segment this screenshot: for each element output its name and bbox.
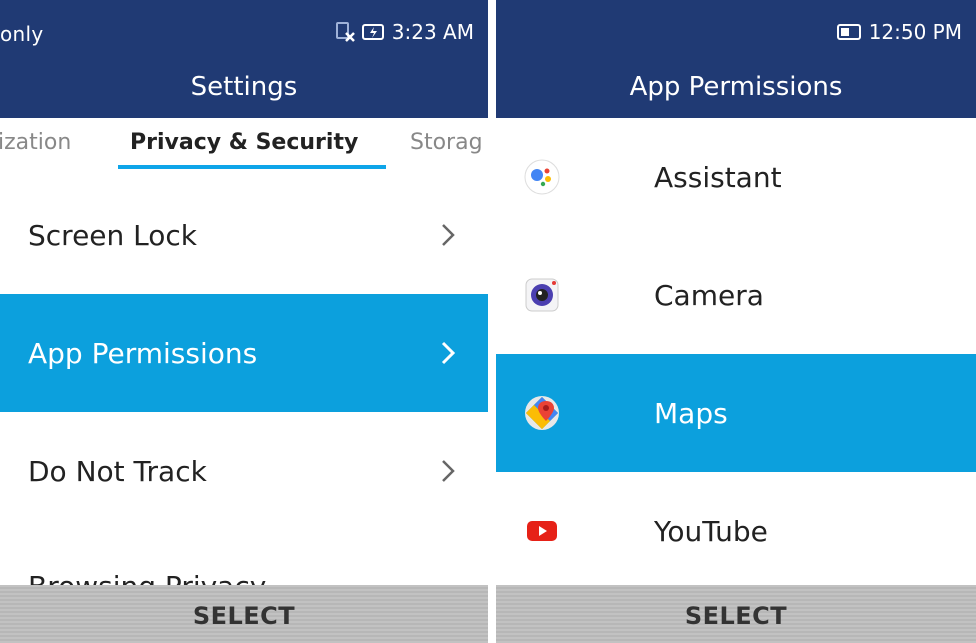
app-item-camera[interactable]: Camera bbox=[496, 236, 976, 354]
active-tab-indicator bbox=[118, 165, 386, 169]
divider bbox=[488, 0, 496, 643]
app-label: Assistant bbox=[654, 160, 782, 194]
tab-strip: ization Privacy & Security Storag bbox=[0, 118, 488, 176]
status-time: 3:23 AM bbox=[391, 20, 474, 44]
app-label: Camera bbox=[654, 278, 764, 312]
app-item-youtube[interactable]: YouTube bbox=[496, 472, 976, 590]
menu-item-browsing-privacy[interactable]: Browsing Privacy bbox=[0, 530, 488, 603]
status-bar: 12:50 PM bbox=[496, 0, 976, 62]
assistant-icon bbox=[524, 159, 560, 195]
tab-privacy-security[interactable]: Privacy & Security bbox=[130, 130, 358, 155]
status-time: 12:50 PM bbox=[868, 20, 962, 44]
battery-icon bbox=[836, 24, 861, 40]
status-bar: only 3:23 AM bbox=[0, 0, 488, 62]
chevron-right-icon bbox=[442, 460, 455, 482]
menu-item-label: Screen Lock bbox=[28, 218, 198, 252]
select-softkey[interactable]: SELECT bbox=[496, 585, 976, 643]
settings-screen: only 3:23 AM Settings ization Privacy & … bbox=[0, 0, 488, 643]
page-title: App Permissions bbox=[496, 62, 976, 118]
maps-icon bbox=[525, 396, 559, 430]
chevron-right-icon bbox=[441, 341, 456, 365]
carrier-text: only bbox=[0, 22, 44, 46]
app-label: Maps bbox=[654, 396, 728, 430]
app-permissions-screen: 12:50 PM App Permissions Assistant Camer… bbox=[496, 0, 976, 643]
tab-storage[interactable]: Storag bbox=[410, 130, 483, 155]
menu-item-label: Do Not Track bbox=[28, 454, 207, 488]
menu-item-app-permissions[interactable]: App Permissions bbox=[0, 294, 488, 412]
no-sim-icon bbox=[335, 22, 355, 42]
menu-item-do-not-track[interactable]: Do Not Track bbox=[0, 412, 488, 530]
status-icons: 12:50 PM bbox=[836, 20, 962, 44]
app-label: YouTube bbox=[654, 514, 768, 548]
battery-charging-icon bbox=[361, 24, 384, 40]
camera-icon bbox=[525, 278, 559, 312]
menu-item-label: App Permissions bbox=[28, 336, 258, 370]
app-item-maps[interactable]: Maps bbox=[496, 354, 976, 472]
app-item-assistant[interactable]: Assistant bbox=[496, 118, 976, 236]
youtube-icon bbox=[527, 521, 557, 541]
menu-item-screen-lock[interactable]: Screen Lock bbox=[0, 176, 488, 294]
select-softkey[interactable]: SELECT bbox=[0, 585, 488, 643]
page-title: Settings bbox=[0, 62, 488, 118]
status-icons: 3:23 AM bbox=[334, 20, 474, 44]
tab-personalization[interactable]: ization bbox=[0, 130, 71, 155]
chevron-right-icon bbox=[442, 224, 455, 246]
